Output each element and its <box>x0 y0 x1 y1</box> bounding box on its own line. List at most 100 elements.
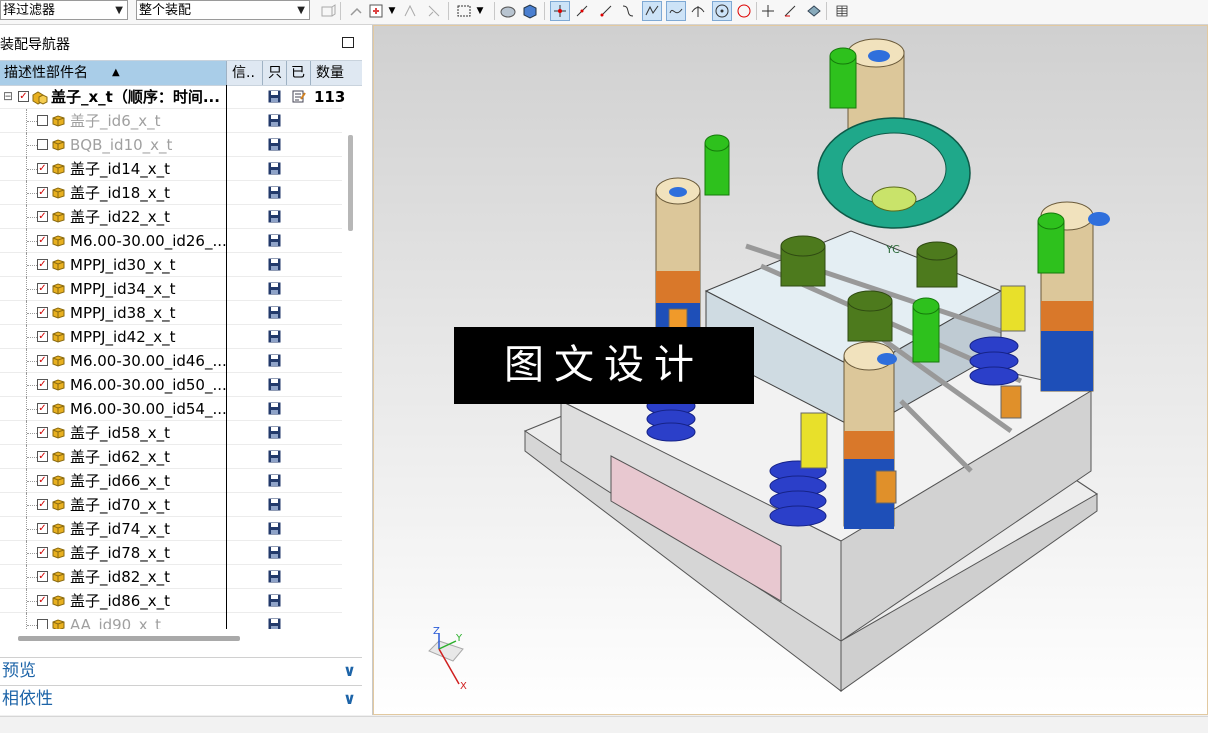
maximize-icon[interactable] <box>342 37 354 48</box>
tree-row[interactable]: ✓ 盖子_id18_x_t <box>0 181 342 205</box>
quadrant-icon[interactable] <box>734 1 754 21</box>
view-icon[interactable] <box>318 1 338 21</box>
box-select-icon[interactable] <box>454 1 474 21</box>
curve-icon[interactable] <box>618 1 638 21</box>
center-icon[interactable] <box>712 1 732 21</box>
preview-section[interactable]: 预览 ∨ <box>0 657 362 684</box>
tree-row[interactable]: 盖子_id6_x_t <box>0 109 342 133</box>
filter-icon[interactable] <box>366 1 386 21</box>
column-header-modified[interactable]: 已 <box>291 61 305 85</box>
tree-row[interactable]: ✓ M6.00-30.00_id54_... <box>0 397 342 421</box>
visibility-checkbox[interactable] <box>37 115 48 126</box>
scope-select[interactable]: 整个装配 ▼ <box>136 0 310 20</box>
perpendicular-icon[interactable] <box>688 1 708 21</box>
column-header-name[interactable]: 描述性部件名 ▲ <box>0 61 226 85</box>
visibility-checkbox[interactable]: ✓ <box>37 211 48 222</box>
tree-row[interactable]: ✓ 盖子_id58_x_t <box>0 421 342 445</box>
tree-guide-line <box>27 481 37 482</box>
tree-guide-line <box>27 121 37 122</box>
visibility-checkbox[interactable]: ✓ <box>37 475 48 486</box>
tree-row[interactable]: ✓ MPPJ_id30_x_t <box>0 253 342 277</box>
chevron-down-icon[interactable]: ▼ <box>386 1 398 21</box>
tree-row[interactable]: ✓ 盖子_id70_x_t <box>0 493 342 517</box>
dropdown-icon[interactable]: ▼ <box>474 1 486 21</box>
visibility-checkbox[interactable]: ✓ <box>37 595 48 606</box>
render-icon[interactable] <box>498 1 518 21</box>
visibility-checkbox[interactable]: ✓ <box>37 451 48 462</box>
vertical-scrollbar[interactable] <box>348 135 353 231</box>
visibility-checkbox[interactable]: ✓ <box>37 499 48 510</box>
visibility-checkbox[interactable]: ✓ <box>37 163 48 174</box>
tree-row[interactable]: AA_id90_x_t <box>0 613 342 629</box>
tree-row[interactable]: ✓ 盖子_id22_x_t <box>0 205 342 229</box>
tree-row[interactable]: ✓ 盖子_id62_x_t <box>0 445 342 469</box>
tree-row[interactable]: ✓ 盖子_id66_x_t <box>0 469 342 493</box>
tree-row[interactable]: ✓ M6.00-30.00_id26_... <box>0 229 342 253</box>
view-snap-icon[interactable] <box>804 1 824 21</box>
wave-icon[interactable] <box>666 1 686 21</box>
tree-row[interactable]: ✓ 盖子_id78_x_t <box>0 541 342 565</box>
visibility-checkbox[interactable]: ✓ <box>37 379 48 390</box>
column-header-count[interactable]: 数量 <box>316 61 344 85</box>
visibility-checkbox[interactable] <box>37 619 48 629</box>
snap-icon[interactable] <box>400 1 420 21</box>
tree-row[interactable]: ✓ MPPJ_id42_x_t <box>0 325 342 349</box>
collapse-icon[interactable]: ⊟ <box>3 89 13 103</box>
tree-row[interactable]: ✓ 盖子_id14_x_t <box>0 157 342 181</box>
visibility-checkbox[interactable]: ✓ <box>37 283 48 294</box>
visibility-checkbox[interactable]: ✓ <box>37 403 48 414</box>
visibility-checkbox[interactable]: ✓ <box>37 355 48 366</box>
visibility-checkbox[interactable]: ✓ <box>37 427 48 438</box>
visibility-checkbox[interactable]: ✓ <box>37 331 48 342</box>
tree-guide-line <box>27 289 37 290</box>
tree-row[interactable]: ✓ 盖子_id86_x_t <box>0 589 342 613</box>
visibility-checkbox[interactable]: ✓ <box>37 187 48 198</box>
select-icon[interactable] <box>424 1 444 21</box>
visibility-checkbox[interactable]: ✓ <box>37 523 48 534</box>
visibility-checkbox[interactable] <box>37 139 48 150</box>
intersection-icon[interactable] <box>758 1 778 21</box>
snap-point-icon[interactable] <box>550 1 570 21</box>
tree-row-label: MPPJ_id42_x_t <box>70 328 176 346</box>
part-cube-icon <box>52 235 65 247</box>
visibility-checkbox[interactable]: ✓ <box>37 235 48 246</box>
part-cube-icon <box>52 379 65 391</box>
column-header-read-only[interactable]: 只 <box>268 61 282 85</box>
tree-root-count: 113 <box>314 88 346 106</box>
dependencies-section[interactable]: 相依性 ∨ <box>0 685 362 712</box>
line2-icon[interactable] <box>596 1 616 21</box>
tree-guide-line <box>27 241 37 242</box>
tree-row[interactable]: ✓ 盖子_id82_x_t <box>0 565 342 589</box>
scope-select-value: 整个装配 <box>139 3 192 18</box>
select-icon[interactable] <box>346 1 366 21</box>
cube-icon[interactable] <box>520 1 540 21</box>
visibility-checkbox[interactable]: ✓ <box>37 547 48 558</box>
part-cube-icon <box>52 499 65 511</box>
tree-row[interactable]: ✓ MPPJ_id34_x_t <box>0 277 342 301</box>
tree-root-row[interactable]: ⊟ ✓ 盖子_x_t（顺序：时间... 113 <box>0 85 346 109</box>
filter-select[interactable]: 择过滤器 ▼ <box>0 0 128 20</box>
tree-row[interactable]: ✓ M6.00-30.00_id50_... <box>0 373 342 397</box>
tree-row[interactable]: BQB_id10_x_t <box>0 133 342 157</box>
chevron-down-icon: ▼ <box>297 5 305 16</box>
spline-icon[interactable] <box>642 1 662 21</box>
angle-icon[interactable] <box>780 1 800 21</box>
tree-row-label: 盖子_id58_x_t <box>70 424 171 442</box>
tree-row[interactable]: ✓ MPPJ_id38_x_t <box>0 301 342 325</box>
column-header-info[interactable]: 信.. <box>232 61 255 85</box>
visibility-checkbox[interactable]: ✓ <box>37 307 48 318</box>
tree-row-label: M6.00-30.00_id46_... <box>70 352 227 370</box>
tree-row[interactable]: ✓ 盖子_id74_x_t <box>0 517 342 541</box>
part-cube-icon <box>52 283 65 295</box>
visibility-checkbox[interactable]: ✓ <box>37 571 48 582</box>
visibility-checkbox[interactable]: ✓ <box>18 91 29 102</box>
save-icon <box>268 522 281 535</box>
visibility-checkbox[interactable]: ✓ <box>37 259 48 270</box>
line-icon[interactable] <box>572 1 592 21</box>
horizontal-scrollbar[interactable] <box>18 636 240 641</box>
tree-row-label: MPPJ_id30_x_t <box>70 256 176 274</box>
grid-icon[interactable] <box>832 1 852 21</box>
navigator-title: 装配导航器 <box>0 37 70 53</box>
tree-guide-line <box>27 145 37 146</box>
tree-row[interactable]: ✓ M6.00-30.00_id46_... <box>0 349 342 373</box>
